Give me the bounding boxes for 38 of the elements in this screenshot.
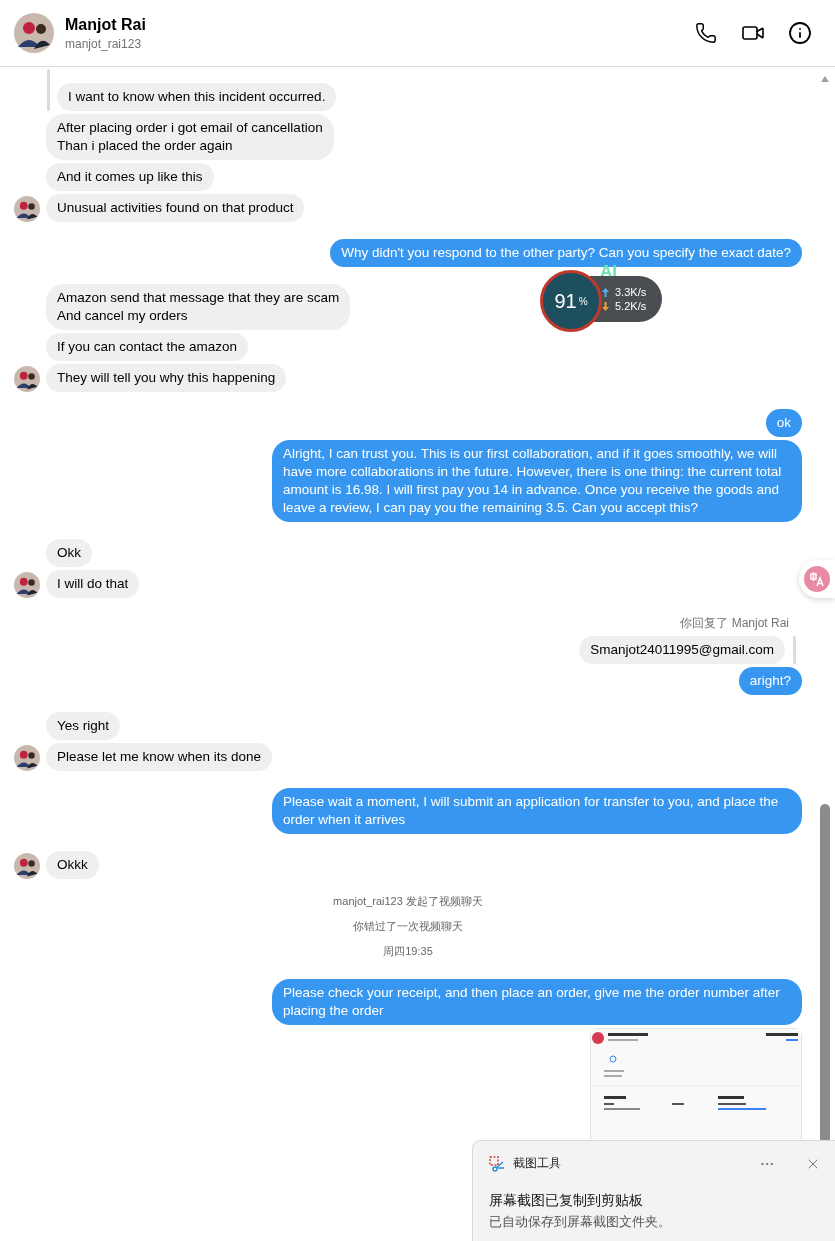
message-bubble: Amazon send that message that they are scam And cancel my orders <box>46 284 351 330</box>
message-bubble: I will do that <box>46 570 140 598</box>
message-bubble: Yes right <box>46 712 121 740</box>
contact-name: Manjot Rai <box>65 15 147 34</box>
message-bubble: Alright, I can trust you. This is our first collaboration, and if it goes smoothly, we will have more collaborations in the future. However, there is one thing: the current total amount is 16.98. I will first pay you 14 in advance. Once you receive the goods and leave a review, I can pay you the remaining 3.5. Can you accept this? <box>272 440 802 522</box>
message-bubble: Please wait a moment, I will submit an application for transfer to you, and place the order when it arrives <box>272 788 802 834</box>
message-bubble: And it comes up like this <box>46 163 214 191</box>
message-bubble: Okkk <box>46 851 99 879</box>
usage-percent: 91 <box>554 289 577 313</box>
toast-body: 已自动保存到屏幕截图文件夹。 <box>489 1213 672 1231</box>
download-speed: 5.2K/s <box>615 300 647 312</box>
message-bubble: ok <box>765 409 802 437</box>
phone-icon[interactable] <box>693 20 719 46</box>
message-bubble: Okk <box>46 539 92 567</box>
download-arrow-icon <box>602 301 609 311</box>
quoted-message: Smanjot24011995@gmail.com <box>579 636 785 664</box>
reply-label: 你回复了 Manjot Rai <box>680 615 789 632</box>
system-message: 周四19:35 <box>383 944 433 959</box>
toast-app-name: 截图工具 <box>513 1155 562 1172</box>
system-message: 你错过了一次视频聊天 <box>353 919 463 934</box>
avatar <box>14 13 54 53</box>
upload-arrow-icon <box>602 287 609 297</box>
scissors-icon <box>489 1155 505 1172</box>
message-bubble: After placing order i got email of cancellation Than i placed the order again <box>46 114 334 160</box>
percent-unit: % <box>578 295 588 307</box>
message-bubble: I want to know when this incident occurred. <box>57 83 337 111</box>
toast-title: 屏幕截图已复制到剪贴板 <box>489 1192 644 1210</box>
message-bubble: Please check your receipt, and then place an order, give me the order number after placing the order <box>272 979 802 1025</box>
translate-icon[interactable] <box>804 566 830 592</box>
info-icon[interactable] <box>787 20 813 46</box>
contact-username: manjot_rai123 <box>65 36 143 51</box>
message-bubble: If you can contact the amazon <box>46 333 249 361</box>
message-bubble: Unusual activities found on that product <box>46 194 305 222</box>
message-bubble: aright? <box>738 667 802 695</box>
message-bubble: Please let me know when its done <box>46 743 273 771</box>
message-bubble: They will tell you why this happening <box>46 364 287 392</box>
upload-speed: 3.3K/s <box>615 286 647 298</box>
system-message: manjot_rai123 发起了视频聊天 <box>333 894 483 909</box>
